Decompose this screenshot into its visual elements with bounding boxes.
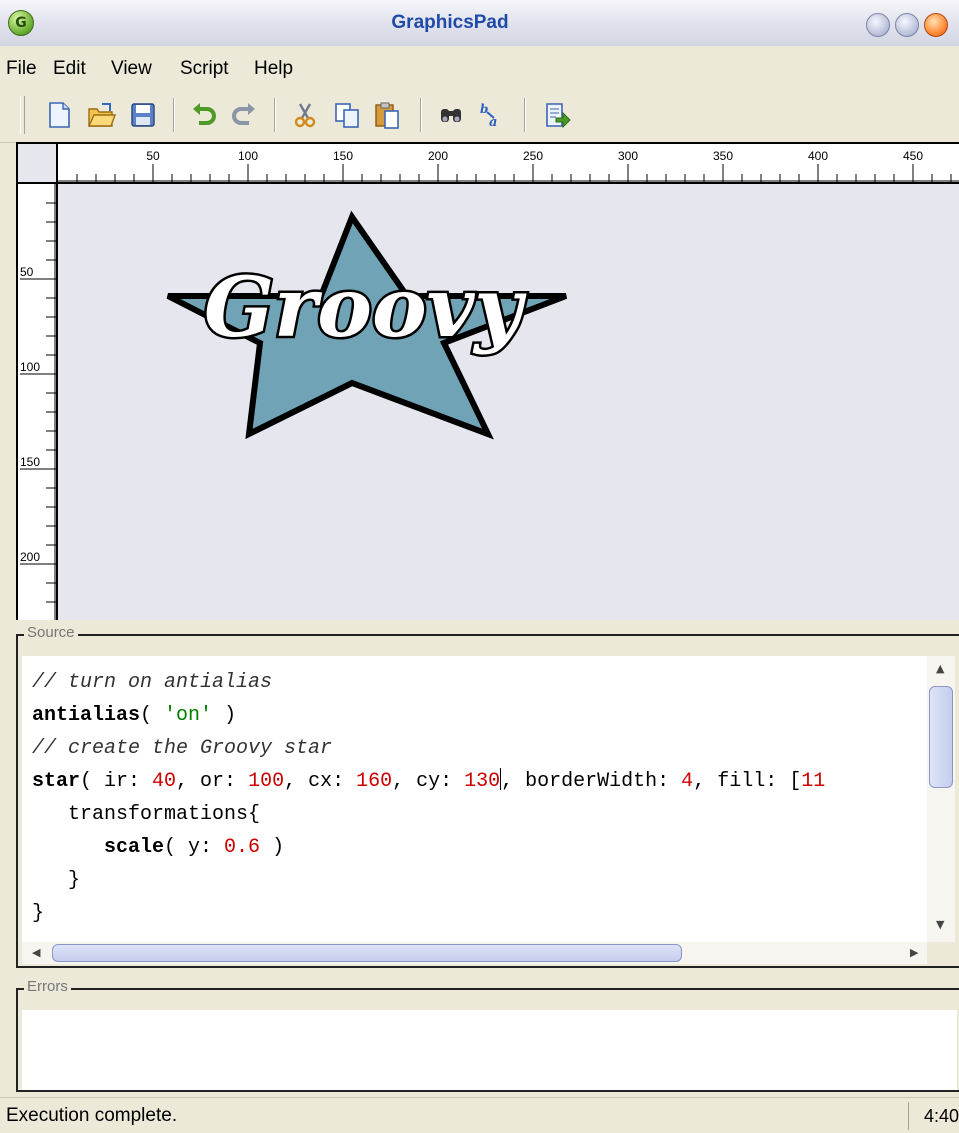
code-text: , cx: <box>284 770 357 793</box>
source-horizontal-scrollbar[interactable]: ◀ ▶ <box>22 942 927 964</box>
scroll-down-arrow-icon[interactable]: ▼ <box>936 918 944 931</box>
code-text: , or: <box>176 770 249 793</box>
open-folder-icon[interactable] <box>86 100 116 130</box>
code-text: transformations{ <box>32 803 261 826</box>
code-number: 4 <box>681 770 694 793</box>
toolbar-separator <box>524 98 526 132</box>
menu-help[interactable]: Help <box>254 46 293 88</box>
code-text: ( ir: <box>80 770 153 793</box>
ruler-label: 350 <box>713 149 733 163</box>
scroll-right-arrow-icon[interactable]: ▶ <box>910 946 918 959</box>
ruler-label: 150 <box>333 149 353 163</box>
toolbar: ba <box>0 88 959 143</box>
run-script-icon[interactable] <box>542 100 572 130</box>
code-string: 'on' <box>164 704 213 727</box>
svg-text:b: b <box>480 102 488 116</box>
replace-icon[interactable]: ba <box>476 100 506 130</box>
save-icon[interactable] <box>128 100 158 130</box>
menu-edit[interactable]: Edit <box>53 46 86 88</box>
drawing-canvas[interactable]: Groovy <box>58 184 959 620</box>
code-number: 100 <box>248 770 285 793</box>
title-bar[interactable]: G GraphicsPad <box>0 0 959 47</box>
close-button[interactable] <box>924 13 948 37</box>
code-text: ( <box>140 704 165 727</box>
toolbar-separator <box>274 98 276 132</box>
code-keyword: star <box>32 770 81 793</box>
ruler-label: 50 <box>20 265 34 279</box>
groovy-star-graphic: Groovy <box>166 210 568 440</box>
code-number: 130 <box>464 770 501 793</box>
vertical-ruler: 50 100 150 200 <box>18 184 58 620</box>
horizontal-ruler-ticks: 50 100 150 200 250 300 350 400 450 <box>58 149 959 182</box>
errors-panel: Errors <box>16 978 959 1092</box>
toolbar-grip[interactable] <box>20 96 25 134</box>
copy-icon[interactable] <box>332 100 362 130</box>
code-text: , fill: [ <box>693 770 802 793</box>
cursor-position: 4:40 <box>908 1102 959 1130</box>
source-code[interactable]: // turn on antialias antialias( 'on' ) /… <box>32 666 825 930</box>
source-editor[interactable]: // turn on antialias antialias( 'on' ) /… <box>22 656 927 942</box>
errors-panel-title: Errors <box>24 978 71 995</box>
ruler-label: 250 <box>523 149 543 163</box>
code-text: ) <box>260 836 285 859</box>
code-comment: // turn on antialias <box>32 671 273 694</box>
status-message: Execution complete. <box>6 1105 178 1126</box>
source-panel-title: Source <box>24 624 78 641</box>
redo-icon[interactable] <box>228 100 258 130</box>
source-vertical-scrollbar[interactable]: ▲ ▼ <box>927 656 955 942</box>
ruler-label: 400 <box>808 149 828 163</box>
horizontal-ruler: 50 100 150 200 250 300 350 400 450 <box>58 144 959 184</box>
ruler-label: 50 <box>146 149 160 163</box>
maximize-button[interactable] <box>895 13 919 37</box>
cut-icon[interactable] <box>290 100 320 130</box>
groovy-logo-text: Groovy <box>204 260 527 356</box>
graphicspad-window: G GraphicsPad File Edit View Script Help <box>0 0 959 1133</box>
canvas-area: 50 100 150 200 250 300 350 400 450 50 100 150 200 G… <box>16 142 959 620</box>
scroll-left-arrow-icon[interactable]: ◀ <box>32 946 40 959</box>
vertical-scroll-thumb[interactable] <box>929 686 953 788</box>
menu-view[interactable]: View <box>111 46 152 88</box>
code-text: } <box>32 869 81 892</box>
ruler-label: 450 <box>903 149 923 163</box>
new-file-icon[interactable] <box>44 100 74 130</box>
code-number: 11 <box>801 770 826 793</box>
code-keyword: scale <box>104 836 165 859</box>
code-comment: // create the Groovy star <box>32 737 333 760</box>
code-text: ) <box>212 704 237 727</box>
code-text: } <box>32 902 45 925</box>
toolbar-separator <box>420 98 422 132</box>
menu-script[interactable]: Script <box>180 46 229 88</box>
code-number: 160 <box>356 770 393 793</box>
ruler-label: 200 <box>20 550 40 564</box>
code-keyword: antialias <box>32 704 141 727</box>
undo-icon[interactable] <box>190 100 220 130</box>
ruler-label: 200 <box>428 149 448 163</box>
ruler-label: 300 <box>618 149 638 163</box>
menu-bar: File Edit View Script Help <box>0 46 959 88</box>
code-number: 0.6 <box>224 836 261 859</box>
code-number: 40 <box>152 770 177 793</box>
code-text: , borderWidth: <box>501 770 682 793</box>
toolbar-separator <box>173 98 175 132</box>
scroll-up-arrow-icon[interactable]: ▲ <box>936 662 944 675</box>
code-text: ( y: <box>164 836 225 859</box>
horizontal-scroll-thumb[interactable] <box>52 944 682 962</box>
ruler-corner <box>18 144 58 184</box>
source-panel: Source // turn on antialias antialias( '… <box>16 624 959 968</box>
status-bar: Execution complete. 4:40 <box>0 1097 959 1133</box>
paste-icon[interactable] <box>372 100 402 130</box>
errors-output[interactable] <box>22 1010 957 1090</box>
minimize-button[interactable] <box>866 13 890 37</box>
code-text: , cy: <box>392 770 465 793</box>
find-icon[interactable] <box>436 100 466 130</box>
ruler-label: 100 <box>238 149 258 163</box>
vertical-ruler-ticks: 50 100 150 200 <box>20 184 56 620</box>
window-title: GraphicsPad <box>391 12 509 33</box>
ruler-label: 100 <box>20 360 40 374</box>
menu-file[interactable]: File <box>6 46 37 88</box>
ruler-label: 150 <box>20 455 40 469</box>
